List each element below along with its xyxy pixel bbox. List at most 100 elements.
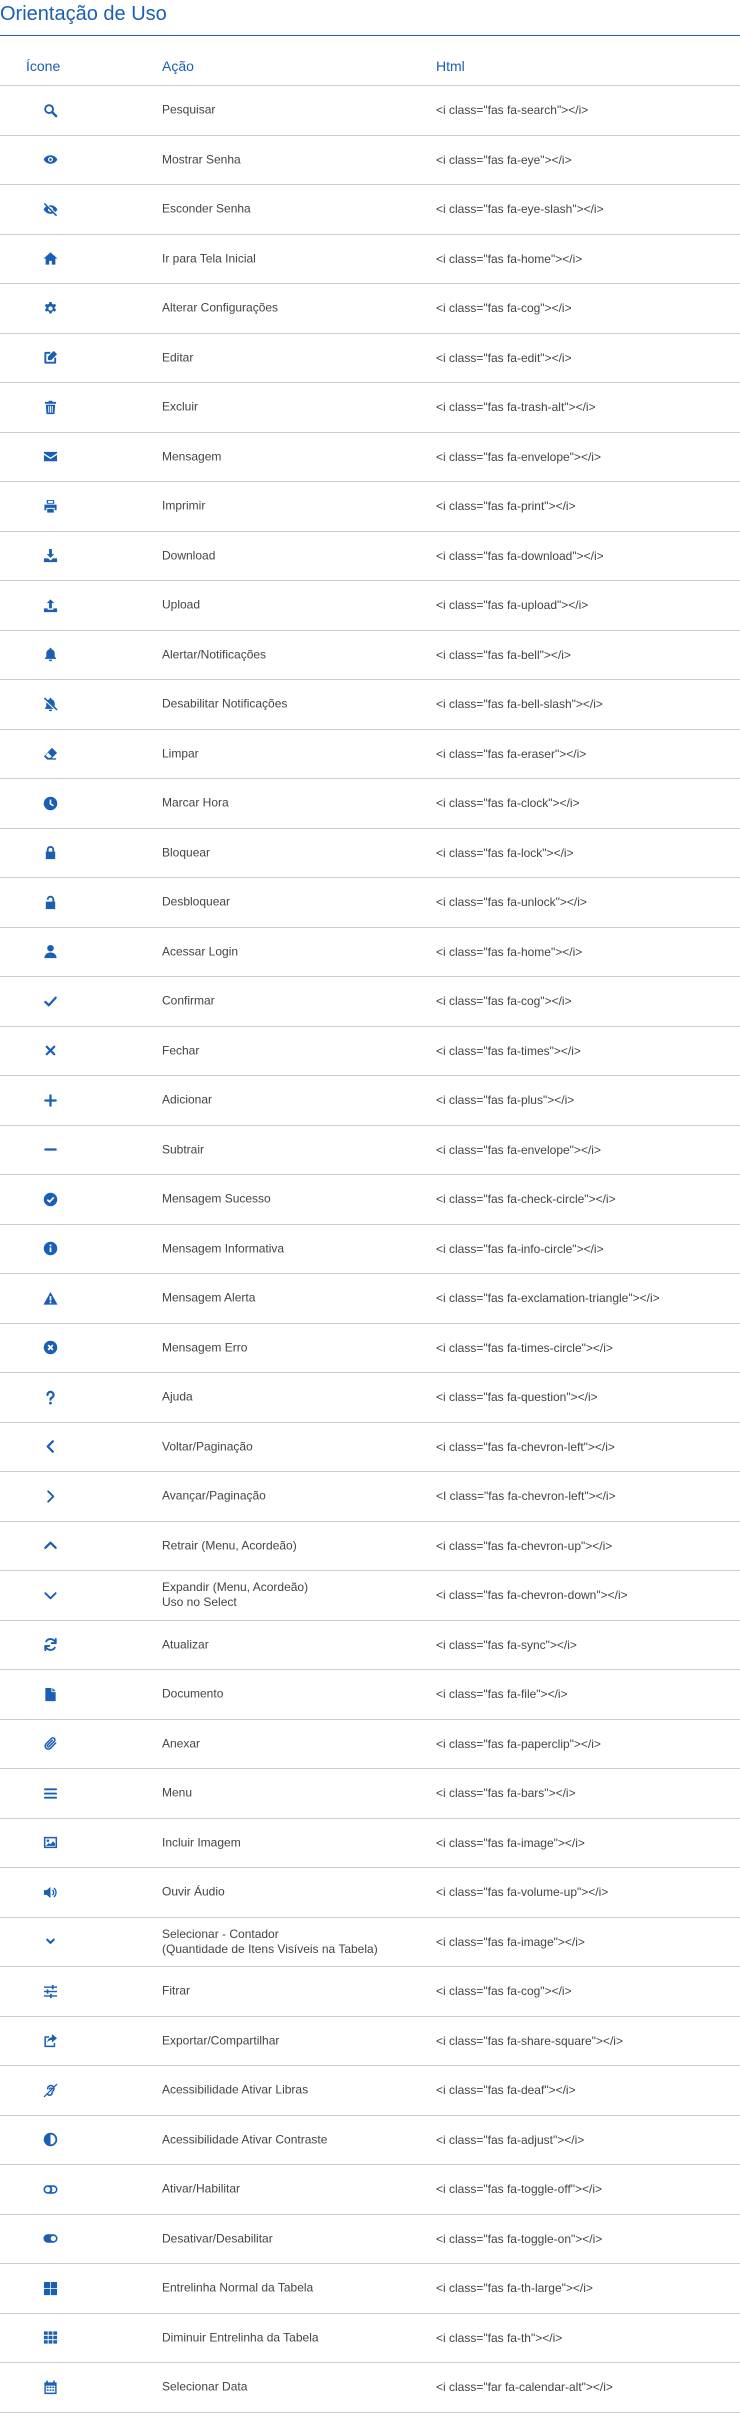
paperclip-icon — [38, 1732, 62, 1756]
row-html-snippet: <i class="fas fa-deaf"></i> — [436, 2083, 576, 2098]
row-html-snippet: <i class="fas fa-paperclip"></i> — [436, 1736, 601, 1751]
row-action: Entrelinha Normal da Tabela — [162, 2280, 314, 2295]
table-row: Ouvir Áudio <i class="fas fa-volume-up"><… — [0, 1868, 740, 1918]
table-row: Imprimir <i class="fas fa-print"></i> — [0, 482, 740, 532]
row-html-snippet: <i class="fas fa-chevron-up"></i> — [436, 1538, 613, 1553]
file-icon — [38, 1682, 62, 1706]
row-html-snippet: <i class="fas fa-file"></i> — [436, 1687, 568, 1702]
home-icon — [38, 247, 62, 271]
bell-icon — [38, 643, 62, 667]
row-action: Confirmar — [162, 993, 215, 1008]
row-action: Mensagem Erro — [162, 1340, 248, 1355]
times-icon — [38, 1039, 62, 1063]
table-row: Alterar Configurações <i class="fas fa-co… — [0, 284, 740, 334]
question-icon — [38, 1385, 62, 1409]
unlock-icon — [38, 890, 62, 914]
table-row: Subtrair <i class="fas fa-envelope"></i> — [0, 1126, 740, 1175]
print-icon — [38, 494, 62, 518]
lock-icon — [38, 841, 62, 865]
row-html-snippet: <i class="fas fa-chevron-left"></i> — [436, 1439, 615, 1454]
row-html-snippet: <i class="fas fa-download"></i> — [436, 548, 604, 563]
row-action: Mensagem Informativa — [162, 1241, 285, 1256]
table-row: Mensagem Alerta <i class="fas fa-exclamat… — [0, 1274, 740, 1324]
row-html-snippet: <i class="fas fa-toggle-on"></i> — [436, 2231, 603, 2246]
row-action: Retrair (Menu, Acordeão) — [162, 1538, 297, 1553]
row-action: Avançar/Paginação — [162, 1488, 266, 1503]
sliders-icon — [38, 1979, 62, 2003]
table-row: Excluir <i class="fas fa-trash-alt"></i> — [0, 383, 740, 433]
table-row: Fechar <i class="fas fa-times"></i> — [0, 1027, 740, 1076]
row-action: Desativar/Desabilitar — [162, 2231, 273, 2246]
row-action: Mensagem Sucesso — [162, 1191, 271, 1206]
row-action: Diminuir Entrelinha da Tabela — [162, 2330, 319, 2345]
table-row: Marcar Hora <i class="fas fa-clock"></i> — [0, 779, 740, 829]
table-row: Expandir (Menu, Acordeão) Uso no Select <… — [0, 1571, 740, 1621]
row-action: Voltar/Paginação — [162, 1439, 253, 1454]
table-row: Mensagem <i class="fas fa-envelope"></i> — [0, 433, 740, 482]
row-action: Mensagem Alerta — [162, 1290, 256, 1305]
row-html-snippet: <I class="fas fa-chevron-left"></i> — [436, 1489, 616, 1504]
row-action: Mostrar Senha — [162, 152, 241, 167]
row-html-snippet: <i class="fas fa-unlock"></i> — [436, 895, 587, 910]
info-circle-icon — [38, 1237, 62, 1261]
image-icon — [38, 1831, 62, 1855]
row-action: Ir para Tela Inicial — [162, 251, 256, 266]
row-html-snippet: <i class="fas fa-sync"></i> — [436, 1637, 577, 1652]
eraser-icon — [38, 742, 62, 766]
row-html-snippet: <i class="fas fa-th"></i> — [436, 2330, 563, 2345]
row-action: Documento — [162, 1686, 224, 1701]
row-action: Incluir Imagem — [162, 1835, 241, 1850]
table-row: Voltar/Paginação <i class="fas fa-chevron… — [0, 1423, 740, 1472]
table-row: Menu <i class="fas fa-bars"></i> — [0, 1769, 740, 1819]
calendar-icon — [38, 2375, 62, 2399]
minus-icon — [38, 1138, 62, 1162]
row-action: Editar — [162, 350, 194, 365]
row-html-snippet: <i class="fas fa-clock"></i> — [436, 796, 580, 811]
row-html-snippet: <i class="fas fa-adjust"></i> — [436, 2132, 585, 2147]
th-large-icon — [38, 2276, 62, 2300]
row-action: Selecionar Data — [162, 2379, 248, 2394]
table-row: Selecionar Data <i class="far fa-calendar… — [0, 2363, 740, 2413]
table-row: Avançar/Paginação <I class="fas fa-chevro… — [0, 1472, 740, 1522]
row-html-snippet: <i class="fas fa-th-large"></i> — [436, 2281, 593, 2296]
table-row: Acessibilidade Ativar Libras <i class="fa… — [0, 2066, 740, 2116]
table-row: Mostrar Senha <i class="fas fa-eye"></i> — [0, 136, 740, 185]
row-action: Download — [162, 548, 216, 563]
table-row: Ir para Tela Inicial <i class="fas fa-hom… — [0, 235, 740, 284]
row-html-snippet: <i class="fas fa-home"></i> — [436, 251, 583, 266]
row-html-snippet: <i class="fas fa-trash-alt"></i> — [436, 400, 596, 415]
row-html-snippet: <i class="far fa-calendar-alt"></i> — [436, 2380, 613, 2395]
table-row: Limpar <i class="fas fa-eraser"></i> — [0, 730, 740, 779]
row-html-snippet: <i class="fas fa-lock"></i> — [436, 845, 574, 860]
row-html-snippet: <i class="fas fa-exclamation-triangle"><… — [436, 1291, 660, 1306]
search-icon — [38, 98, 62, 122]
table-row: Documento <i class="fas fa-file"></i> — [0, 1670, 740, 1720]
table-header: Ícone Ação Html — [0, 36, 740, 86]
row-html-snippet: <i class="fas fa-cog"></i> — [436, 994, 572, 1009]
row-action: Ouvir Áudio — [162, 1884, 225, 1899]
row-action: Acessibilidade Ativar Contraste — [162, 2132, 328, 2147]
row-action: Atualizar — [162, 1637, 209, 1652]
column-header-html: Html — [436, 58, 465, 74]
table-row: Alertar/Notificações <i class="fas fa-bel… — [0, 631, 740, 680]
table-row: Ativar/Habilitar <i class="fas fa-toggle-… — [0, 2165, 740, 2215]
row-html-snippet: <i class="fas fa-eye"></i> — [436, 152, 572, 167]
row-html-snippet: <i class="fas fa-image"></i> — [436, 1934, 585, 1949]
row-html-snippet: <i class="fas fa-question"></i> — [436, 1390, 598, 1405]
row-action: Acessar Login — [162, 944, 239, 959]
chevron-left-icon — [38, 1435, 62, 1459]
download-icon — [38, 544, 62, 568]
bell-slash-icon — [38, 692, 62, 716]
row-action: Adicionar — [162, 1092, 213, 1107]
volume-up-icon — [38, 1880, 62, 1904]
table-row: Exportar/Compartilhar <i class="fas fa-sh… — [0, 2017, 740, 2066]
bars-icon — [38, 1781, 62, 1805]
share-square-icon — [38, 2029, 62, 2053]
row-html-snippet: <i class="fas fa-plus"></i> — [436, 1093, 575, 1108]
row-action: Bloquear — [162, 845, 211, 860]
eye-icon — [38, 148, 62, 172]
eye-slash-icon — [38, 197, 62, 221]
row-action: Menu — [162, 1785, 193, 1800]
row-action: Alertar/Notificações — [162, 647, 267, 662]
row-html-snippet: <i class="fas fa-upload"></i> — [436, 598, 589, 613]
